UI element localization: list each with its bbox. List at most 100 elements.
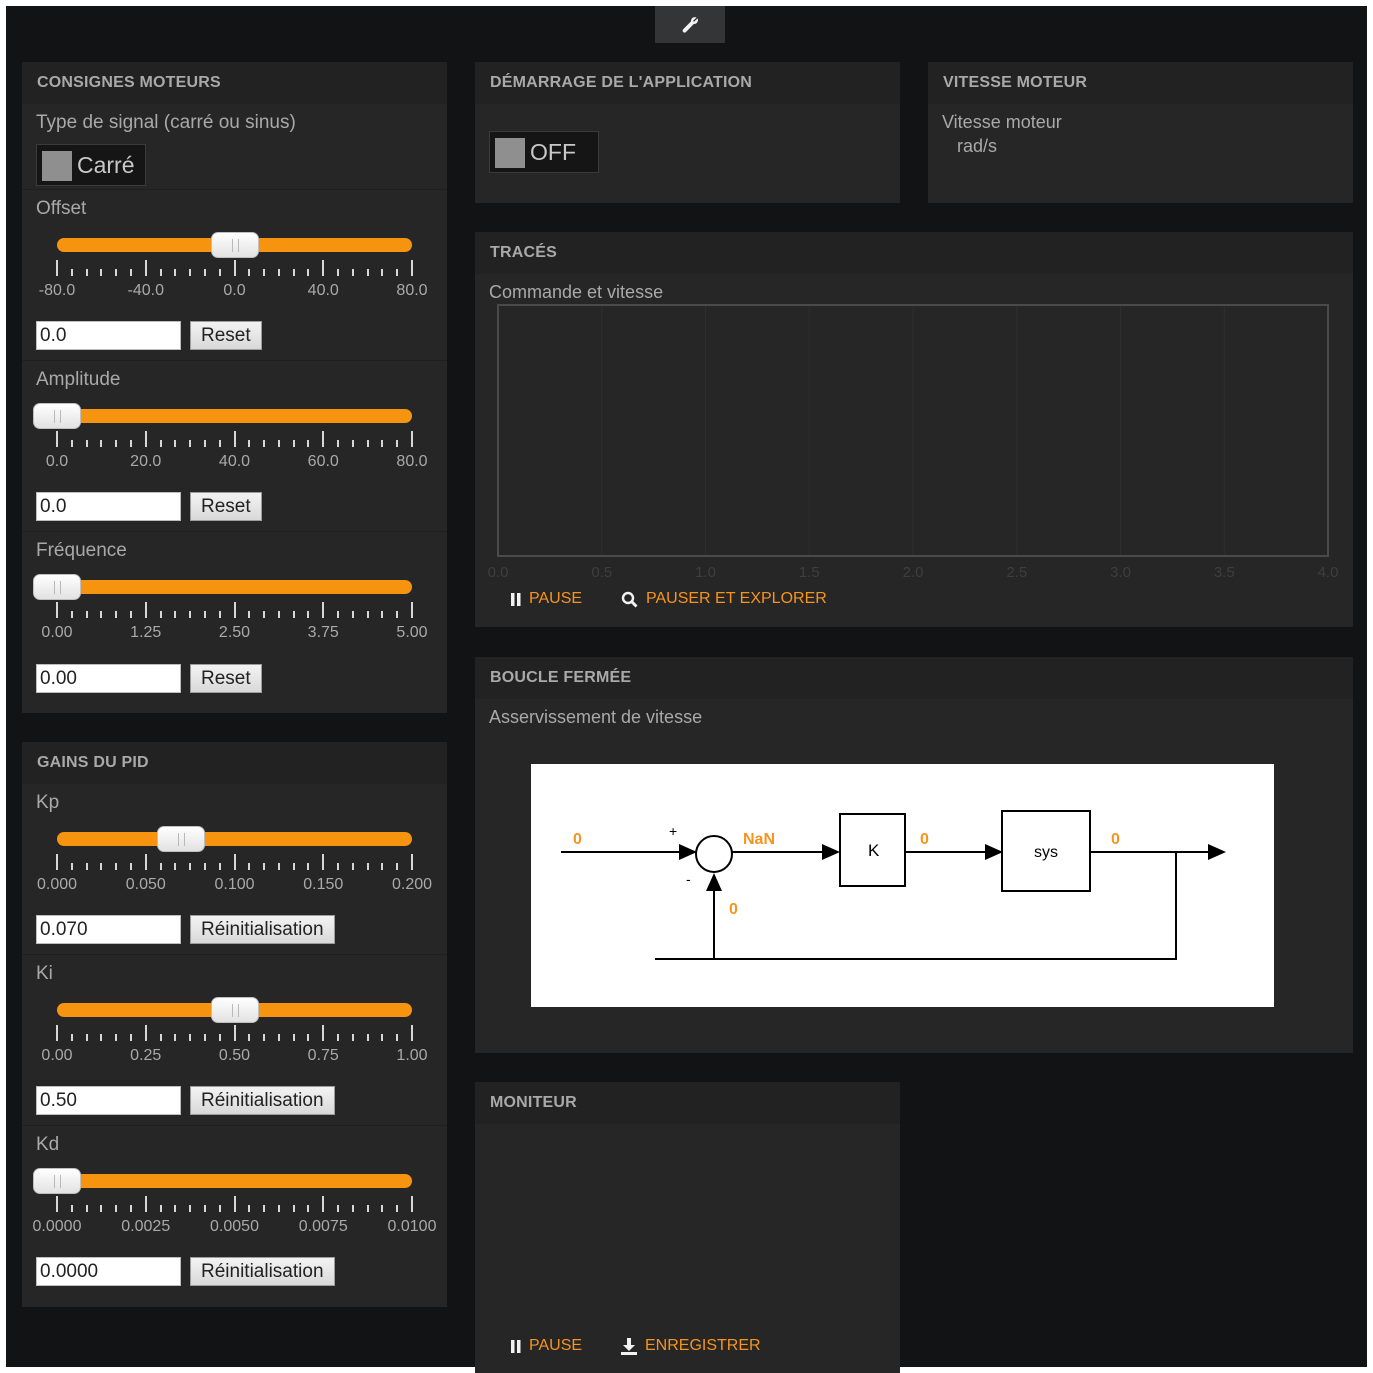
- start-toggle[interactable]: OFF: [489, 131, 599, 173]
- ki-input[interactable]: 0.50: [36, 1086, 181, 1115]
- tick-mark: [396, 440, 399, 447]
- slider-handle[interactable]: [33, 403, 81, 429]
- slider-handle[interactable]: [33, 574, 81, 600]
- ki-reset-button[interactable]: Réinitialisation: [190, 1086, 335, 1115]
- pause-button[interactable]: PAUSE: [511, 590, 582, 608]
- kp-input[interactable]: 0.070: [36, 915, 181, 944]
- kp-reset-button[interactable]: Réinitialisation: [190, 915, 335, 944]
- divider: [22, 189, 447, 190]
- tick-mark: [144, 1025, 147, 1041]
- slider-track[interactable]: [57, 580, 412, 594]
- tick-mark: [381, 863, 384, 870]
- amplitude-label: Amplitude: [36, 369, 121, 390]
- frequence-slider[interactable]: 0.00 1.25 2.50 3.75 5.00: [22, 574, 447, 659]
- tick-mark: [56, 1196, 58, 1212]
- slider-handle[interactable]: [157, 826, 206, 852]
- slider-ticks: [22, 602, 447, 618]
- tick-mark: [351, 863, 354, 870]
- frequence-reset-button[interactable]: Reset: [190, 664, 262, 693]
- tick-mark: [115, 611, 118, 618]
- tick-mark: [396, 269, 399, 276]
- x-tick-label: 3.5: [1213, 564, 1235, 581]
- moniteur-panel: MONITEUR PAUSE ENREGISTRER: [475, 1082, 900, 1373]
- amplitude-reset-button[interactable]: Reset: [190, 492, 262, 521]
- tick-mark: [129, 1205, 132, 1212]
- tick-mark: [381, 1205, 384, 1212]
- tick-mark: [144, 431, 147, 447]
- ki-slider[interactable]: 0.00 0.25 0.50 0.75 1.00: [22, 997, 447, 1082]
- tick-mark: [396, 1205, 399, 1212]
- kd-reset-button[interactable]: Réinitialisation: [190, 1257, 335, 1286]
- panel-title: GAINS DU PID: [37, 754, 149, 771]
- amplitude-slider[interactable]: 0.0 20.0 40.0 60.0 80.0: [22, 403, 447, 488]
- slider-handle[interactable]: [33, 1168, 81, 1194]
- tick-label: 20.0: [130, 453, 162, 470]
- tick-mark: [248, 863, 251, 870]
- offset-input[interactable]: 0.0: [36, 321, 181, 350]
- slider-ticks: [22, 260, 447, 276]
- tick-label: 0.000: [36, 876, 78, 893]
- tick-mark: [233, 260, 236, 276]
- tick-mark: [85, 1034, 88, 1041]
- tick-mark: [366, 269, 369, 276]
- tick-mark: [70, 440, 73, 447]
- offset-reset-button[interactable]: Reset: [190, 321, 262, 350]
- tick-mark: [70, 1205, 73, 1212]
- wrench-icon: [682, 16, 698, 33]
- save-button[interactable]: ENREGISTRER: [621, 1337, 761, 1355]
- sum-junction: [695, 835, 733, 873]
- panel-title: VITESSE MOTEUR: [943, 74, 1088, 91]
- tick-mark: [100, 269, 103, 276]
- tick-mark: [218, 440, 221, 447]
- tick-mark: [337, 1034, 340, 1041]
- tick-mark: [322, 602, 325, 618]
- signal-type-toggle[interactable]: Carré: [36, 144, 146, 186]
- kd-slider[interactable]: 0.0000 0.0025 0.0050 0.0075 0.0100: [22, 1168, 447, 1253]
- tick-mark: [115, 863, 118, 870]
- tick-mark: [396, 863, 399, 870]
- tick-mark: [351, 611, 354, 618]
- tick-label: 0.0025: [121, 1218, 171, 1235]
- panel-header: GAINS DU PID: [22, 742, 447, 784]
- settings-button[interactable]: [655, 6, 725, 43]
- x-axis: 0.0 0.5 1.0 1.5 2.0 2.5 3.0 3.5 4.0: [475, 564, 1353, 584]
- tick-label: 0.0050: [210, 1218, 259, 1235]
- tick-mark: [337, 1205, 340, 1212]
- slider-handle[interactable]: [210, 997, 259, 1023]
- slider-handle[interactable]: [210, 232, 259, 258]
- offset-slider[interactable]: -80.0 -40.0 0.0 40.0 80.0: [22, 232, 447, 317]
- toggle-text: Carré: [77, 152, 135, 178]
- tick-mark: [144, 602, 147, 618]
- tick-label: 60.0: [307, 453, 339, 470]
- tick-label: 80.0: [396, 453, 428, 470]
- kd-input[interactable]: 0.0000: [36, 1257, 181, 1286]
- tick-mark: [203, 611, 206, 618]
- tick-mark: [277, 269, 280, 276]
- tick-label: 5.00: [396, 624, 428, 641]
- tick-mark: [100, 440, 103, 447]
- slider-track[interactable]: [57, 832, 412, 846]
- tick-mark: [248, 440, 251, 447]
- tick-mark: [322, 854, 325, 870]
- frequence-input[interactable]: 0.00: [36, 664, 181, 693]
- x-tick-label: 0.0: [487, 564, 509, 581]
- tick-mark: [322, 431, 325, 447]
- tick-mark: [100, 611, 103, 618]
- slider-track[interactable]: [57, 1174, 412, 1188]
- monitor-pause-button[interactable]: PAUSE: [511, 1337, 582, 1355]
- tick-mark: [248, 611, 251, 618]
- tick-mark: [233, 431, 236, 447]
- pause-explore-button[interactable]: PAUSER ET EXPLORER: [621, 590, 827, 608]
- amplitude-input[interactable]: 0.0: [36, 492, 181, 521]
- panel-title: DÉMARRAGE DE L'APPLICATION: [490, 74, 753, 91]
- tick-mark: [233, 1025, 236, 1041]
- tick-mark: [381, 269, 384, 276]
- tick-mark: [277, 611, 280, 618]
- plot-area[interactable]: [497, 304, 1331, 558]
- tick-mark: [322, 260, 325, 276]
- tick-label: 0.200: [391, 876, 433, 893]
- slider-track[interactable]: [57, 409, 412, 423]
- tick-mark: [189, 863, 192, 870]
- kp-slider[interactable]: 0.000 0.050 0.100 0.150 0.200: [22, 826, 447, 911]
- tick-mark: [56, 602, 58, 618]
